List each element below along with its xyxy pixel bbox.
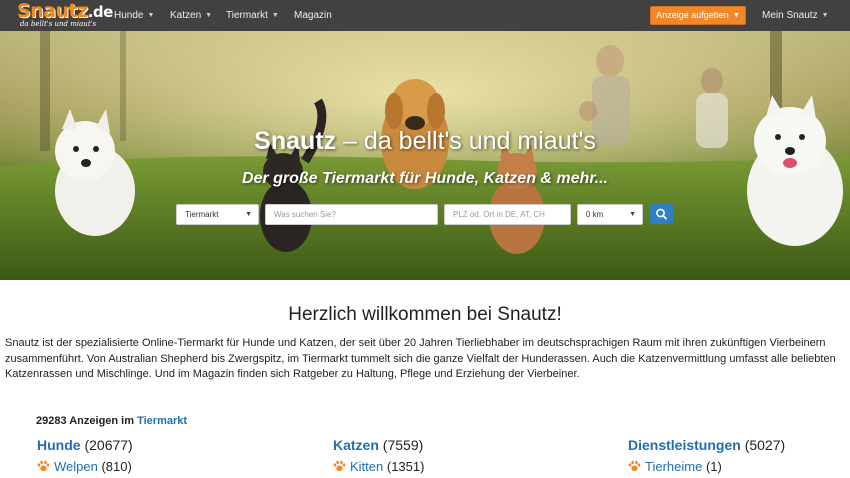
nav-item-hunde[interactable]: Hunde ▼ xyxy=(114,0,154,31)
logo-wordmark: Snautz.de xyxy=(17,0,113,22)
top-navbar: Snautz.de da bellt's und miaut's Hunde ▼ … xyxy=(0,0,850,31)
paw-icon xyxy=(37,460,50,472)
listing-count: 29283 Anzeigen im Tiermarkt xyxy=(36,415,188,427)
search-input[interactable]: Was suchen Sie? xyxy=(265,204,438,225)
category-select[interactable]: Tiermarkt ▼ xyxy=(176,204,259,225)
nav-item-tiermarkt[interactable]: Tiermarkt ▼ xyxy=(226,0,279,31)
subcategory-tierheime[interactable]: Tierheime (1) xyxy=(628,459,722,474)
location-input[interactable]: PLZ od. Ort in DE, AT, CH xyxy=(444,204,571,225)
welcome-heading: Herzlich willkommen bei Snautz! xyxy=(288,304,562,325)
paw-icon xyxy=(333,460,346,472)
radius-select[interactable]: 0 km ▼ xyxy=(577,204,643,225)
category-dienstleistungen[interactable]: Dienstleistungen (5027) xyxy=(628,437,785,453)
hero-banner: Snautz – da bellt's und miaut's Der groß… xyxy=(0,31,850,280)
paw-icon xyxy=(628,460,641,472)
tiermarkt-link[interactable]: Tiermarkt xyxy=(137,415,187,427)
nav-item-magazin[interactable]: Magazin xyxy=(294,0,332,31)
chevron-down-icon: ▼ xyxy=(271,12,279,19)
nav-item-katzen[interactable]: Katzen ▼ xyxy=(170,0,212,31)
logo[interactable]: Snautz.de da bellt's und miaut's xyxy=(17,2,113,30)
chevron-down-icon: ▼ xyxy=(147,12,155,19)
chevron-down-icon: ▼ xyxy=(245,211,252,218)
hero-title: Snautz – da bellt's und miaut's xyxy=(254,127,596,155)
hero-subtitle: Der große Tiermarkt für Hunde, Katzen & … xyxy=(241,170,608,187)
category-hunde[interactable]: Hunde (20677) xyxy=(37,437,133,453)
chevron-down-icon: ▼ xyxy=(732,12,740,19)
post-ad-button[interactable]: Anzeige aufgeben ▼ xyxy=(650,6,746,25)
logo-tagline: da bellt's und miaut's xyxy=(20,20,97,28)
subcategory-welpen[interactable]: Welpen (810) xyxy=(37,459,132,474)
chevron-down-icon: ▼ xyxy=(205,12,213,19)
search-icon xyxy=(656,208,667,220)
account-menu[interactable]: Mein Snautz ▼ xyxy=(762,0,829,31)
intro-text: Snautz ist der spezialisierte Online-Tie… xyxy=(5,337,836,380)
search-button[interactable] xyxy=(650,204,673,224)
chevron-down-icon: ▼ xyxy=(629,211,636,218)
chevron-down-icon: ▼ xyxy=(821,12,829,19)
category-katzen[interactable]: Katzen (7559) xyxy=(333,437,423,453)
subcategory-kitten[interactable]: Kitten (1351) xyxy=(333,459,424,474)
